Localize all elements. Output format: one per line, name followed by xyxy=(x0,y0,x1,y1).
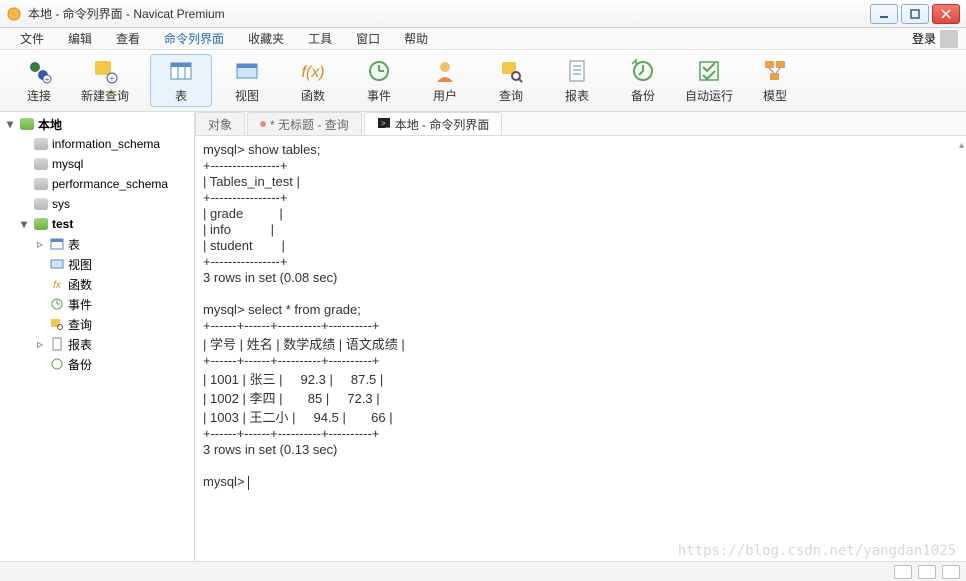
search-icon xyxy=(49,316,65,332)
tree-events[interactable]: 事件 xyxy=(0,294,194,314)
menu-favorites[interactable]: 收藏夹 xyxy=(236,28,296,49)
table-icon xyxy=(167,57,195,85)
sidebar: ▾本地 information_schema mysql performance… xyxy=(0,112,195,561)
avatar-icon[interactable] xyxy=(940,30,958,48)
database-icon xyxy=(33,176,49,192)
query-icon: + xyxy=(91,57,119,85)
tool-user[interactable]: 用户 xyxy=(414,54,476,107)
login-link[interactable]: 登录 xyxy=(912,30,936,47)
tree-db-sys[interactable]: sys xyxy=(0,194,194,214)
unsaved-dot-icon xyxy=(260,121,266,127)
menu-help[interactable]: 帮助 xyxy=(392,28,440,49)
clock-icon xyxy=(365,57,393,85)
database-icon xyxy=(33,196,49,212)
close-button[interactable] xyxy=(932,4,960,24)
app-icon xyxy=(6,6,22,22)
fx-icon: fx xyxy=(49,276,65,292)
tool-report[interactable]: 报表 xyxy=(546,54,608,107)
report-icon xyxy=(563,57,591,85)
tool-view[interactable]: 视图 xyxy=(216,54,278,107)
svg-text:>_: >_ xyxy=(381,119,391,128)
cli-icon: >_ xyxy=(377,116,391,133)
database-icon xyxy=(33,136,49,152)
search-icon xyxy=(497,57,525,85)
backup-icon xyxy=(629,57,657,85)
maximize-button[interactable] xyxy=(901,4,929,24)
tab-untitled-query[interactable]: * 无标题 - 查询 xyxy=(247,112,362,135)
statusbar-button-1[interactable] xyxy=(894,565,912,579)
tree-db-performance-schema[interactable]: performance_schema xyxy=(0,174,194,194)
menu-file[interactable]: 文件 xyxy=(8,28,56,49)
menu-tools[interactable]: 工具 xyxy=(296,28,344,49)
content-area: 对象 * 无标题 - 查询 >_本地 - 命令列界面 ▴mysql> show … xyxy=(195,112,966,561)
tool-model[interactable]: 模型 xyxy=(744,54,806,107)
tree-views[interactable]: 视图 xyxy=(0,254,194,274)
tool-function[interactable]: f(x)函数 xyxy=(282,54,344,107)
report-icon xyxy=(49,336,65,352)
tree-reports[interactable]: ▹报表 xyxy=(0,334,194,354)
tree-tables[interactable]: ▹表 xyxy=(0,234,194,254)
window-title: 本地 - 命令列界面 - Navicat Premium xyxy=(28,5,225,22)
menubar: 文件 编辑 查看 命令列界面 收藏夹 工具 窗口 帮助 登录 xyxy=(0,28,966,50)
plug-icon: + xyxy=(25,57,53,85)
menu-window[interactable]: 窗口 xyxy=(344,28,392,49)
tab-cli[interactable]: >_本地 - 命令列界面 xyxy=(364,112,503,135)
statusbar xyxy=(0,561,966,581)
backup-icon xyxy=(49,356,65,372)
tab-bar: 对象 * 无标题 - 查询 >_本地 - 命令列界面 xyxy=(195,112,966,136)
tree-db-mysql[interactable]: mysql xyxy=(0,154,194,174)
scroll-up-icon[interactable]: ▴ xyxy=(959,140,964,151)
auto-icon xyxy=(695,57,723,85)
tool-event[interactable]: 事件 xyxy=(348,54,410,107)
database-icon xyxy=(33,216,49,232)
tab-objects[interactable]: 对象 xyxy=(195,112,245,135)
table-icon xyxy=(49,236,65,252)
database-icon xyxy=(33,156,49,172)
user-icon xyxy=(431,57,459,85)
svg-text:+: + xyxy=(45,75,50,84)
tree-connection[interactable]: ▾本地 xyxy=(0,114,194,134)
tool-query[interactable]: 查询 xyxy=(480,54,542,107)
tree-db-information-schema[interactable]: information_schema xyxy=(0,134,194,154)
statusbar-button-2[interactable] xyxy=(918,565,936,579)
svg-text:f(x): f(x) xyxy=(301,64,324,81)
view-icon xyxy=(233,57,261,85)
connection-tree: ▾本地 information_schema mysql performance… xyxy=(0,112,194,376)
model-icon xyxy=(761,57,789,85)
minimize-button[interactable] xyxy=(870,4,898,24)
tool-connect[interactable]: +连接 xyxy=(8,54,70,107)
tree-functions[interactable]: fx函数 xyxy=(0,274,194,294)
tool-new-query[interactable]: +新建查询 xyxy=(74,54,136,107)
tool-backup[interactable]: 备份 xyxy=(612,54,674,107)
view-icon xyxy=(49,256,65,272)
console[interactable]: ▴mysql> show tables; +----------------+ … xyxy=(195,136,966,561)
tool-table[interactable]: 表 xyxy=(150,54,212,107)
statusbar-button-3[interactable] xyxy=(942,565,960,579)
svg-text:+: + xyxy=(110,74,115,83)
menu-view[interactable]: 查看 xyxy=(104,28,152,49)
server-icon xyxy=(19,116,35,132)
toolbar: +连接 +新建查询 表 视图 f(x)函数 事件 用户 查询 报表 备份 自动运… xyxy=(0,50,966,112)
tree-db-test[interactable]: ▾test xyxy=(0,214,194,234)
tool-autorun[interactable]: 自动运行 xyxy=(678,54,740,107)
clock-icon xyxy=(49,296,65,312)
tree-backups[interactable]: 备份 xyxy=(0,354,194,374)
main-area: ▾本地 information_schema mysql performance… xyxy=(0,112,966,561)
menu-cli[interactable]: 命令列界面 xyxy=(152,28,236,49)
svg-text:fx: fx xyxy=(53,280,62,291)
titlebar: 本地 - 命令列界面 - Navicat Premium xyxy=(0,0,966,28)
fx-icon: f(x) xyxy=(299,57,327,85)
text-cursor xyxy=(248,476,249,490)
tree-queries[interactable]: 查询 xyxy=(0,314,194,334)
menu-edit[interactable]: 编辑 xyxy=(56,28,104,49)
